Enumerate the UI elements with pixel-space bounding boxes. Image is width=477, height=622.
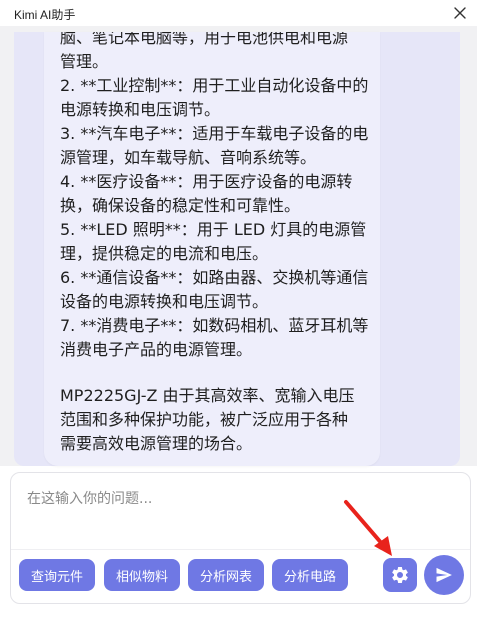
message-line: 换，确保设备的稳定性和可靠性。 xyxy=(60,196,301,215)
close-icon xyxy=(454,7,466,19)
analyze-circuit-button[interactable]: 分析电路 xyxy=(272,559,348,591)
chat-scroll-area[interactable]: 脑、笔记本电脑等，用于电池供电和电源 管理。 2. **工业控制**：用于工业自… xyxy=(0,26,477,466)
title-bar: Kimi AI助手 xyxy=(0,0,477,26)
send-button[interactable] xyxy=(424,555,464,595)
message-line: 理，提供稳定的电流和电压。 xyxy=(60,244,269,263)
settings-button[interactable] xyxy=(383,558,417,592)
send-icon xyxy=(436,567,452,583)
message-line: 5. **LED 照明**：用于 LED 灯具的电源管 xyxy=(60,220,367,239)
summary-line: 需要高效电源管理的场合。 xyxy=(60,434,253,453)
similar-material-button[interactable]: 相似物料 xyxy=(104,559,180,591)
analyze-netlist-button[interactable]: 分析网表 xyxy=(188,559,264,591)
input-divider xyxy=(11,549,470,550)
assistant-message-bubble: 脑、笔记本电脑等，用于电池供电和电源 管理。 2. **工业控制**：用于工业自… xyxy=(44,32,380,466)
query-component-button[interactable]: 查询元件 xyxy=(19,559,95,591)
summary-line: 范围和多种保护功能，被广泛应用于各种 xyxy=(60,410,349,429)
message-line: 6. **通信设备**：如路由器、交换机等通信 xyxy=(60,268,369,287)
message-line: 7. **消费电子**：如数码相机、蓝牙耳机等 xyxy=(60,316,369,335)
message-line: 消费电子产品的电源管理。 xyxy=(60,340,253,359)
gear-icon xyxy=(392,567,408,583)
message-line: 2. **工业控制**：用于工业自动化设备中的 xyxy=(60,76,369,95)
summary-line: MP2225GJ-Z 由于其高效率、宽输入电压 xyxy=(60,386,355,405)
message-line: 源管理，如车载导航、音响系统等。 xyxy=(60,148,317,167)
message-line: 电源转换和电压调节。 xyxy=(60,100,221,119)
message-line: 脑、笔记本电脑等，用于电池供电和电源 xyxy=(60,32,349,47)
message-text: 脑、笔记本电脑等，用于电池供电和电源 管理。 2. **工业控制**：用于工业自… xyxy=(60,32,374,456)
message-line: 4. **医疗设备**：用于医疗设备的电源转 xyxy=(60,172,353,191)
question-input[interactable] xyxy=(27,487,447,511)
message-line: 3. **汽车电子**：适用于车载电子设备的电 xyxy=(60,124,369,143)
message-line: 设备的电源转换和电压调节。 xyxy=(60,292,269,311)
chat-panel: 脑、笔记本电脑等，用于电池供电和电源 管理。 2. **工业控制**：用于工业自… xyxy=(14,32,460,466)
message-line: 管理。 xyxy=(60,52,109,71)
chat-input-box: 查询元件 相似物料 分析网表 分析电路 xyxy=(10,472,471,604)
window-title: Kimi AI助手 xyxy=(14,8,76,22)
close-button[interactable] xyxy=(447,0,473,26)
